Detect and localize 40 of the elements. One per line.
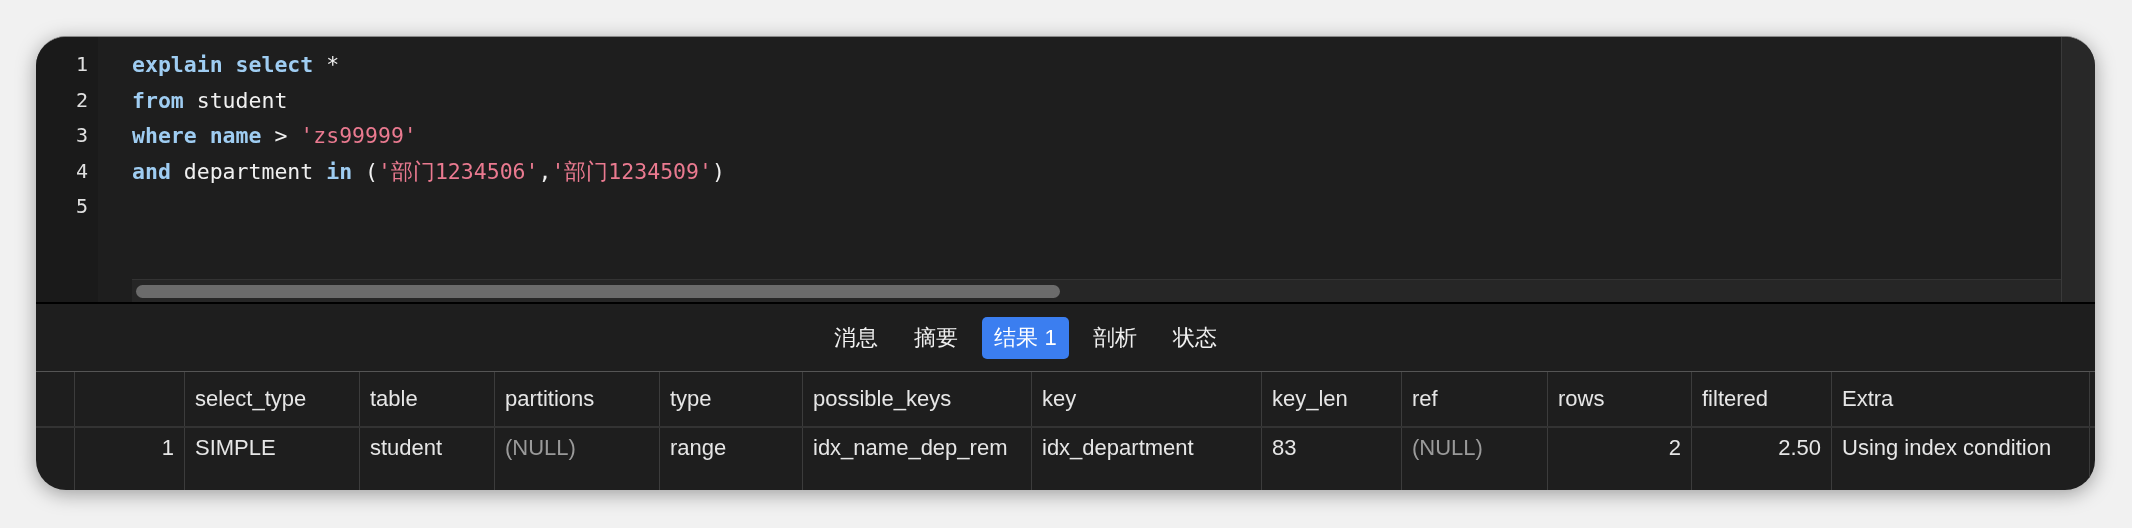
column-header[interactable]: possible_keys bbox=[813, 386, 952, 412]
column-header[interactable]: partitions bbox=[505, 386, 595, 412]
code-line: where name > 'zs99999' bbox=[132, 123, 417, 148]
result-tab[interactable]: 结果 1 bbox=[982, 316, 1069, 359]
horizontal-scrollbar[interactable] bbox=[132, 279, 2061, 302]
line-number: 3 bbox=[75, 122, 89, 149]
code-line: and department in ('部门1234506','部门1234509') bbox=[132, 158, 725, 184]
result-tab[interactable]: 摘要 bbox=[902, 316, 971, 359]
column-header[interactable]: rows bbox=[1558, 386, 1605, 412]
line-number: 5 bbox=[75, 193, 89, 220]
column-header[interactable]: Extra bbox=[1842, 386, 1894, 412]
line-number: 4 bbox=[75, 157, 89, 185]
column-header[interactable]: key bbox=[1042, 386, 1077, 412]
row-number: 1 bbox=[161, 435, 174, 461]
table-cell: 83 bbox=[1272, 435, 1297, 461]
scrollbar-thumb[interactable] bbox=[136, 284, 1060, 298]
table-cell: student bbox=[370, 435, 443, 461]
table-cell: Using index condition bbox=[1842, 435, 2052, 461]
column-header[interactable]: select_type bbox=[195, 386, 307, 412]
table-cell: (NULL) bbox=[505, 435, 576, 461]
table-cell: (NULL) bbox=[1412, 435, 1483, 461]
result-tab[interactable]: 状态 bbox=[1160, 316, 1229, 359]
code-line: from student bbox=[132, 87, 288, 113]
result-tab[interactable]: 剖析 bbox=[1080, 316, 1149, 359]
table-cell: 2.50 bbox=[1778, 435, 1821, 461]
column-header[interactable]: filtered bbox=[1702, 386, 1769, 412]
table-cell: SIMPLE bbox=[195, 435, 276, 461]
column-header[interactable]: type bbox=[670, 386, 712, 412]
table-cell: idx_department bbox=[1042, 435, 1194, 461]
vertical-scrollbar[interactable] bbox=[2061, 37, 2095, 302]
table-cell: idx_name_dep_rem bbox=[813, 435, 1008, 461]
column-header[interactable]: key_len bbox=[1272, 386, 1348, 412]
line-number: 2 bbox=[75, 86, 89, 114]
code-line: explain select * bbox=[132, 52, 340, 77]
column-header[interactable]: table bbox=[370, 386, 418, 412]
line-number: 1 bbox=[75, 51, 89, 78]
result-tab[interactable]: 消息 bbox=[822, 316, 891, 359]
table-cell: range bbox=[670, 435, 727, 461]
column-header[interactable]: ref bbox=[1412, 386, 1438, 412]
table-cell: 2 bbox=[1668, 435, 1681, 461]
